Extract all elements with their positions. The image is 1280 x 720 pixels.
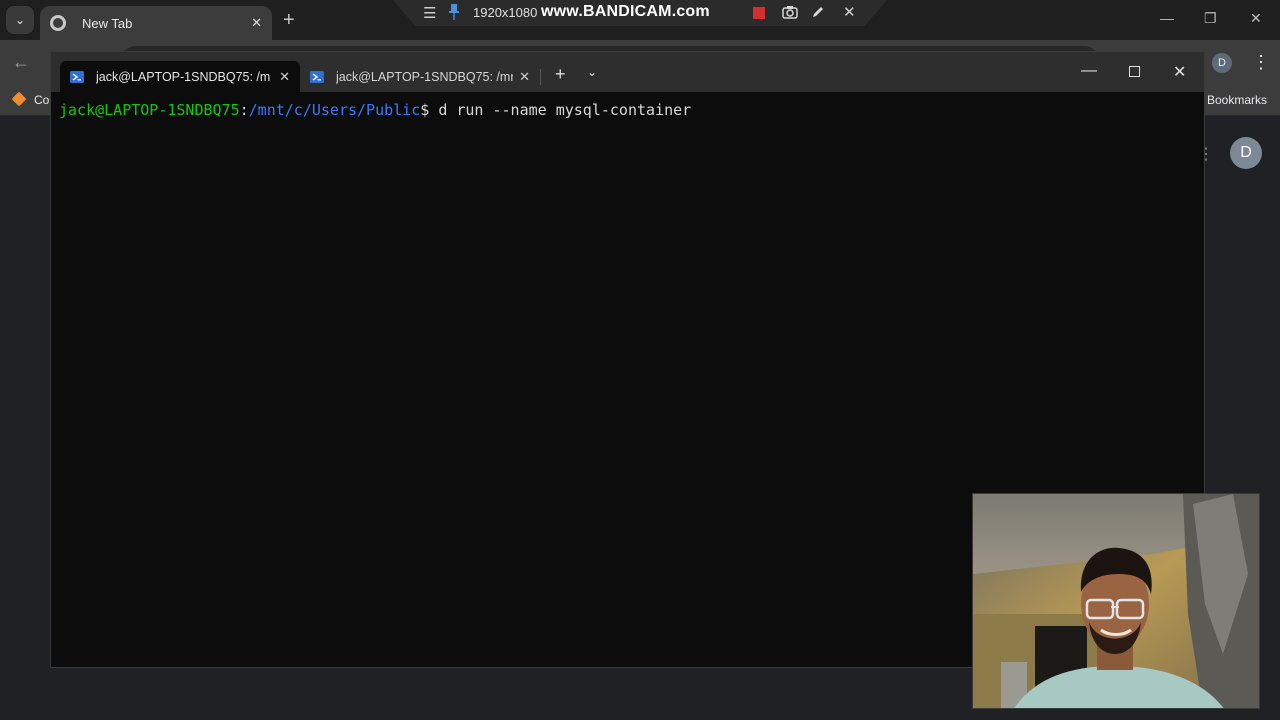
terminal-tab-title: jack@LAPTOP-1SNDBQ75: /mr bbox=[336, 69, 514, 84]
minimize-icon[interactable]: — bbox=[1081, 62, 1097, 80]
prompt-path: /mnt/c/Users/Public bbox=[248, 101, 421, 119]
terminal-tab-active[interactable]: jack@LAPTOP-1SNDBQ75: /m ✕ bbox=[60, 61, 300, 92]
kebab-menu-icon[interactable]: ⋮ bbox=[1252, 52, 1270, 73]
chrome-tab-new-tab[interactable]: New Tab ✕ bbox=[40, 6, 272, 40]
menu-icon[interactable]: ☰ bbox=[423, 4, 436, 22]
bandicam-watermark: www.BANDICAM.com bbox=[541, 3, 710, 20]
chevron-down-icon[interactable]: ⌄ bbox=[587, 65, 597, 79]
prompt-separator: : bbox=[239, 101, 249, 119]
close-icon[interactable]: ✕ bbox=[251, 15, 262, 31]
typed-command: d run --name mysql-container bbox=[438, 101, 692, 119]
record-icon[interactable] bbox=[753, 7, 765, 19]
account-avatar[interactable]: D bbox=[1230, 137, 1262, 169]
camera-icon[interactable] bbox=[782, 5, 798, 19]
chrome-icon bbox=[50, 15, 66, 31]
close-icon[interactable]: ✕ bbox=[279, 69, 290, 85]
close-icon[interactable]: ✕ bbox=[519, 69, 530, 85]
terminal-tab[interactable]: jack@LAPTOP-1SNDBQ75: /mr ✕ bbox=[300, 61, 540, 92]
webcam-overlay bbox=[972, 493, 1260, 709]
bandicam-bar: ☰ 1920x1080 www.BANDICAM.com ✕ bbox=[393, 0, 887, 26]
tab-search-button[interactable]: ⌄ bbox=[6, 6, 34, 34]
all-bookmarks-link[interactable]: Bookmarks bbox=[1207, 93, 1267, 107]
plus-icon[interactable]: + bbox=[555, 64, 566, 85]
close-icon[interactable]: ✕ bbox=[843, 3, 856, 21]
chevron-down-icon: ⌄ bbox=[14, 13, 26, 27]
powershell-icon bbox=[70, 70, 84, 83]
restore-icon[interactable]: ❐ bbox=[1204, 10, 1217, 27]
webcam-feed-image bbox=[973, 494, 1259, 708]
command-line: jack@LAPTOP-1SNDBQ75:/mnt/c/Users/Public… bbox=[59, 101, 1196, 119]
pin-icon[interactable] bbox=[448, 3, 460, 21]
recording-resolution: 1920x1080 bbox=[473, 5, 538, 20]
close-icon[interactable]: ✕ bbox=[1250, 10, 1262, 27]
powershell-icon bbox=[310, 70, 324, 83]
tab-divider bbox=[540, 69, 541, 85]
new-tab-button[interactable]: + bbox=[283, 9, 295, 32]
maximize-icon[interactable] bbox=[1129, 66, 1140, 77]
close-icon[interactable]: ✕ bbox=[1173, 62, 1186, 82]
chrome-tab-title: New Tab bbox=[82, 15, 133, 31]
prompt-user: jack@LAPTOP-1SNDBQ75 bbox=[59, 101, 240, 119]
bookmark-item[interactable]: Co bbox=[34, 93, 49, 107]
terminal-titlebar: jack@LAPTOP-1SNDBQ75: /m ✕ jack@LAPTOP-1… bbox=[51, 52, 1204, 92]
back-arrow-icon[interactable]: ← bbox=[12, 52, 30, 73]
terminal-tab-title: jack@LAPTOP-1SNDBQ75: /m bbox=[96, 69, 271, 84]
pencil-icon[interactable] bbox=[811, 5, 825, 19]
minimize-icon[interactable]: — bbox=[1160, 10, 1174, 26]
profile-avatar[interactable]: D bbox=[1212, 53, 1232, 73]
prompt-symbol: $ bbox=[420, 101, 439, 119]
